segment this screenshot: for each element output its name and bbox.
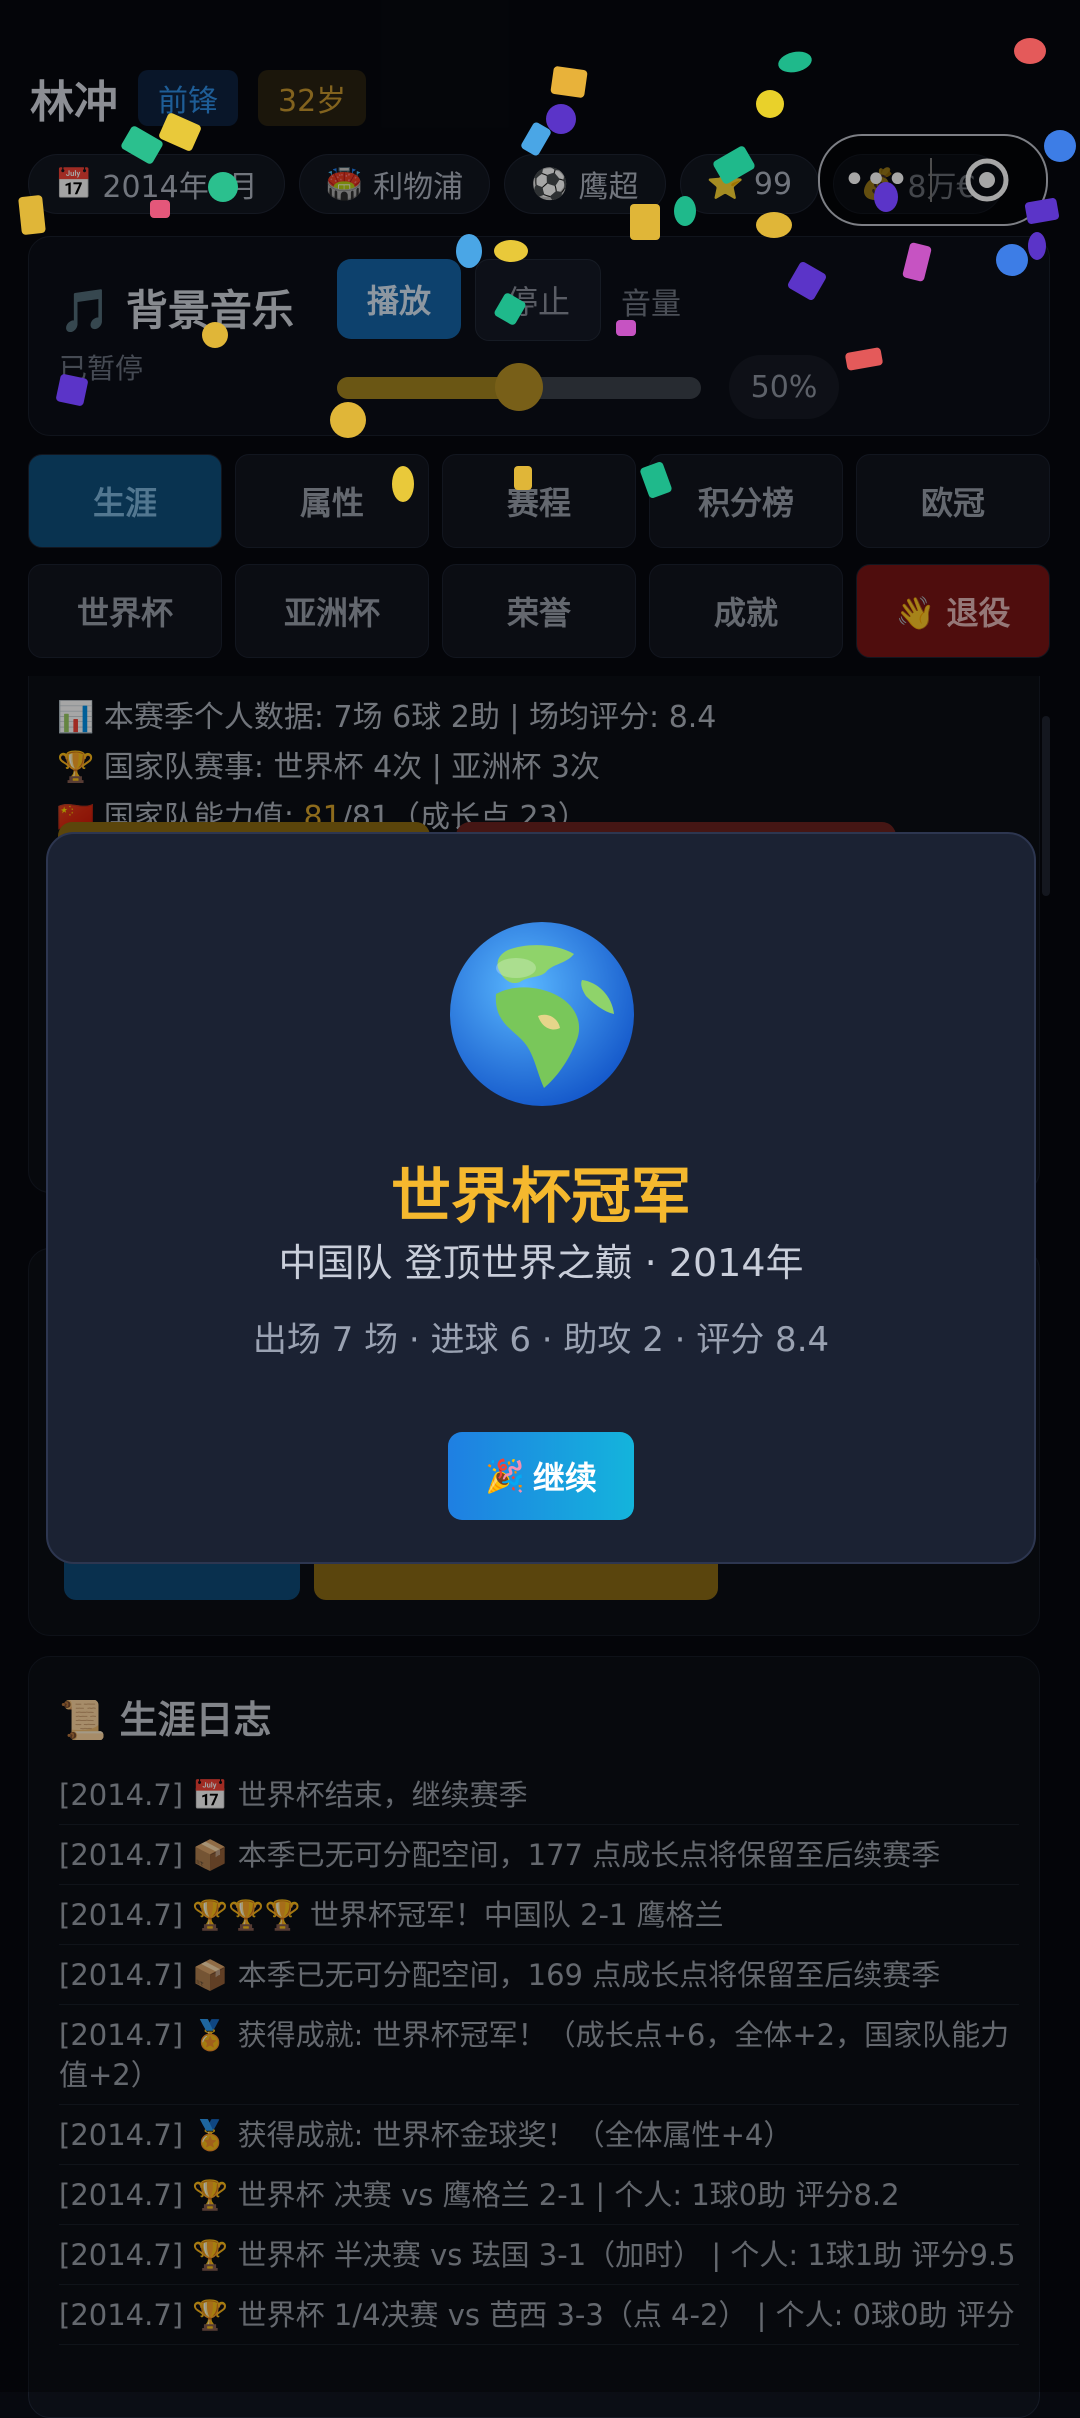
modal-title: 世界杯冠军	[391, 1162, 691, 1232]
confetti-piece	[392, 466, 414, 502]
world-cup-champion-modal: 世界杯冠军 中国队 登顶世界之巅 · 2014年 出场 7 场 · 进球 6 ·…	[46, 832, 1036, 1564]
party-popper-icon: 🎉	[485, 1457, 525, 1495]
confetti-piece	[494, 240, 528, 262]
confetti-piece	[874, 182, 898, 212]
confetti-piece	[756, 90, 784, 118]
continue-label: 继续	[532, 1459, 597, 1497]
modal-stats: 出场 7 场 · 进球 6 · 助攻 2 · 评分 8.4	[252, 1320, 830, 1360]
confetti-piece	[616, 320, 636, 336]
confetti-piece	[1028, 232, 1046, 260]
confetti-piece	[208, 172, 238, 202]
confetti-piece	[514, 466, 532, 490]
confetti-piece	[546, 104, 576, 134]
confetti-piece	[674, 196, 696, 226]
confetti-piece	[202, 322, 228, 348]
confetti-piece	[550, 65, 588, 99]
confetti-piece	[55, 373, 89, 407]
confetti-piece	[18, 194, 46, 236]
confetti-piece	[630, 204, 660, 240]
confetti-piece	[1044, 130, 1076, 162]
modal-subtitle: 中国队 登顶世界之巅 · 2014年	[278, 1241, 804, 1285]
confetti-piece	[1014, 38, 1046, 64]
continue-button[interactable]: 🎉 继续	[448, 1432, 634, 1520]
confetti-piece	[150, 200, 170, 218]
confetti-piece	[456, 234, 482, 268]
confetti-piece	[996, 244, 1028, 276]
confetti-piece	[756, 212, 792, 238]
globe-icon	[450, 922, 634, 1106]
confetti-piece	[330, 402, 366, 438]
